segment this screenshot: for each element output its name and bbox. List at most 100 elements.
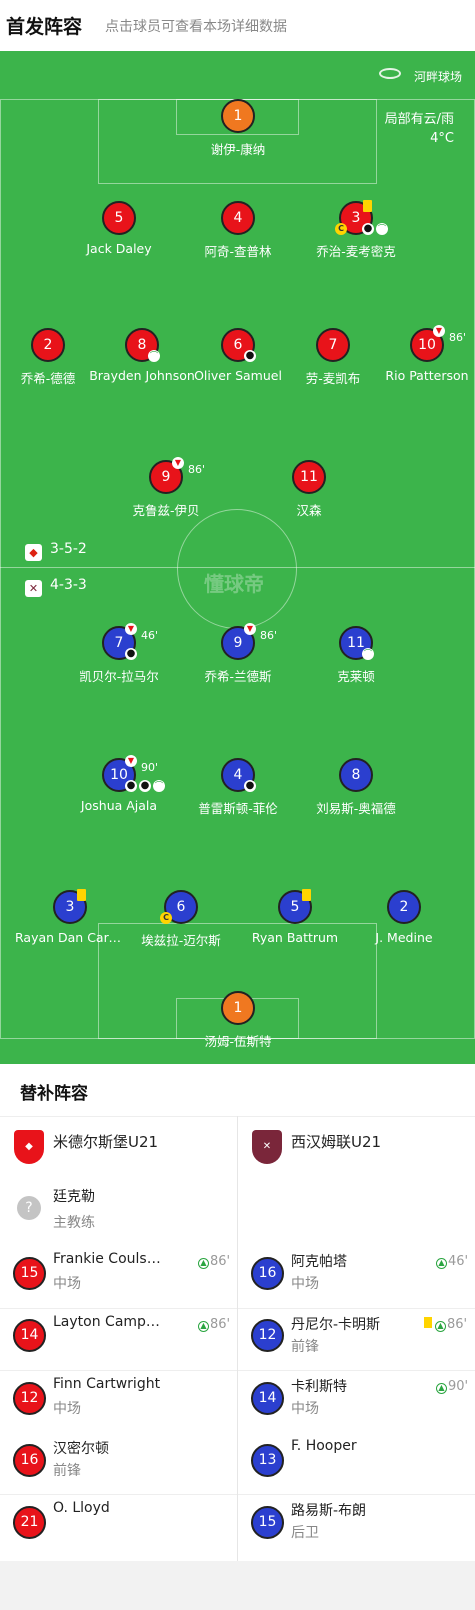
lineup-header: 首发阵容 点击球员可查看本场详细数据	[0, 0, 475, 51]
player-away-10[interactable]: 10 ▼ 90' ● ● ⌒ Joshua Ajala	[64, 755, 174, 813]
captain-icon: C	[335, 223, 347, 235]
player-away-7[interactable]: 7 ▼ 46' ● 凯贝尔-拉马尔	[64, 623, 174, 685]
sub-on-minute-text: 46'	[448, 1254, 469, 1269]
player-number-text: 9	[233, 635, 243, 651]
goal-ball-icon: ●	[244, 780, 256, 792]
player-number-text: 3	[351, 210, 361, 226]
temperature: 4°C	[430, 131, 454, 146]
assist-boot-icon: ⌒	[153, 780, 165, 792]
player-away-2[interactable]: 2 J. Medine	[349, 890, 459, 945]
sub-number: 16	[251, 1257, 284, 1290]
goal-ball-icon: ●	[244, 350, 256, 362]
divider	[0, 1308, 237, 1309]
player-number: 4 ●	[221, 758, 256, 792]
substitutes-panel: 替补阵容 ◆ 米德尔斯堡U21 ✕ 西汉姆联U21 ? 廷克勒 主教练 15 F…	[0, 1064, 475, 1561]
sub-name: 阿克帕塔	[291, 1254, 347, 1270]
sub-number: 15	[251, 1506, 284, 1539]
away-formation-text: 4-3-3	[50, 577, 87, 593]
player-home-3[interactable]: 3 C ● ⌒ 乔治-麦考密克	[301, 200, 411, 260]
weather-text: 局部有云/雨	[384, 112, 454, 127]
sub-on-minute: ▲ 86'	[198, 1254, 230, 1269]
player-number-text: 11	[347, 635, 365, 651]
player-away-gk[interactable]: 1 汤姆-伍斯特	[183, 991, 293, 1050]
player-home-5[interactable]: 5 Jack Daley	[64, 201, 174, 256]
venue-name: 河畔球场	[413, 70, 462, 84]
sub-on-minute: ▲ 86'	[424, 1317, 467, 1332]
player-number-text: 8	[137, 337, 147, 353]
player-away-6[interactable]: 6 C 埃兹拉-迈尔斯	[126, 890, 236, 949]
player-name: Rio Patterson	[385, 368, 469, 383]
sub-name: 卡利斯特	[291, 1379, 347, 1395]
player-name: Ryan Battrum	[251, 930, 339, 945]
captain-icon: C	[160, 912, 172, 924]
sub-number: 12	[13, 1382, 46, 1415]
player-name: 谢伊-康纳	[210, 142, 266, 157]
sub-off-minute: 86'	[188, 463, 206, 476]
goal-ball-icon: ●	[362, 223, 374, 235]
player-number: 9 ▼ 86'	[221, 623, 277, 660]
yellow-card-icon	[363, 200, 372, 212]
player-name: 乔治-麦考密克	[316, 244, 396, 259]
sub-name: Frankie Coulson	[53, 1251, 161, 1267]
sub-on-minute: ▲ 46'	[436, 1254, 468, 1269]
player-name: 汉森	[296, 503, 322, 518]
divider	[238, 1494, 475, 1495]
assist-boot-icon: ⌒	[376, 223, 388, 235]
player-number: 8 ⌒	[125, 328, 160, 362]
player-away-8[interactable]: 8 刘易斯-奥福德	[301, 758, 411, 817]
player-away-11[interactable]: 11 ⌒ 克莱顿	[301, 626, 411, 685]
home-formation: ◆ 3-5-2	[25, 541, 87, 561]
player-number-text: 10	[418, 337, 436, 353]
player-home-6[interactable]: 6 ● Oliver Samuel	[183, 328, 293, 383]
player-number-text: 4	[233, 767, 243, 783]
player-away-5[interactable]: 5 Ryan Battrum	[240, 889, 350, 945]
player-away-9[interactable]: 9 ▼ 86' 乔希-兰德斯	[183, 623, 293, 685]
sub-on-minute: ▲ 90'	[436, 1379, 468, 1394]
away-team-name[interactable]: 西汉姆联U21	[291, 1131, 381, 1152]
player-home-9[interactable]: 9 ▼ 86' 克鲁兹-伊贝	[111, 457, 221, 519]
sub-number: 13	[251, 1444, 284, 1477]
player-number: 3 C ● ⌒	[335, 200, 388, 235]
divider	[238, 1370, 475, 1371]
sub-on-minute-text: 86'	[210, 1254, 231, 1269]
player-name: Brayden Johnson	[89, 368, 195, 383]
player-number-text: 6	[176, 899, 186, 915]
player-name: 刘易斯-奥福德	[316, 801, 396, 816]
player-number-text: 6	[233, 337, 243, 353]
sub-number: 12	[251, 1319, 284, 1352]
player-number: 6 ●	[221, 328, 256, 362]
player-home-8[interactable]: 8 ⌒ Brayden Johnson	[87, 328, 197, 383]
player-name: 埃兹拉-迈尔斯	[141, 933, 221, 948]
coach-name[interactable]: 廷克勒	[53, 1186, 95, 1206]
sub-on-icon: ▲	[436, 1258, 447, 1269]
weather-info: 局部有云/雨 4°C	[385, 110, 454, 148]
home-formation-text: 3-5-2	[50, 541, 87, 557]
sub-number: 15	[13, 1257, 46, 1290]
player-number-text: 9	[161, 469, 171, 485]
player-name: 乔希-兰德斯	[204, 669, 272, 684]
subs-title: 替补阵容	[20, 1084, 88, 1104]
sub-off-minute: 90'	[141, 761, 159, 774]
player-number-text: 7	[114, 635, 124, 651]
player-home-11[interactable]: 11 汉森	[254, 460, 364, 519]
sub-number: 21	[13, 1506, 46, 1539]
sub-position: 后卫	[291, 1525, 319, 1541]
coach-avatar-icon: ?	[17, 1196, 41, 1220]
sub-on-minute: ▲ 86'	[198, 1317, 230, 1332]
player-number: 5	[102, 201, 136, 235]
player-name: 阿奇-查普林	[204, 244, 272, 259]
home-team-name[interactable]: 米德尔斯堡U21	[53, 1131, 158, 1152]
sub-on-icon: ▲	[435, 1321, 446, 1332]
player-number: 2	[387, 890, 421, 924]
player-away-3[interactable]: 3 Rayan Dan Cardoso	[15, 889, 125, 945]
player-away-4[interactable]: 4 ● 普雷斯顿-菲伦	[183, 758, 293, 817]
sub-position: 中场	[291, 1401, 319, 1417]
sub-on-minute-text: 86'	[447, 1317, 468, 1332]
sub-off-minute: 86'	[260, 629, 278, 642]
sub-position: 中场	[291, 1276, 319, 1292]
player-home-10[interactable]: 10 ▼ 86' Rio Patterson	[372, 325, 475, 383]
player-home-4[interactable]: 4 阿奇-查普林	[183, 201, 293, 260]
player-home-gk[interactable]: 1 谢伊-康纳	[183, 99, 293, 158]
player-number-text: 3	[65, 899, 75, 915]
player-name: Rayan Dan Cardoso	[15, 930, 125, 945]
